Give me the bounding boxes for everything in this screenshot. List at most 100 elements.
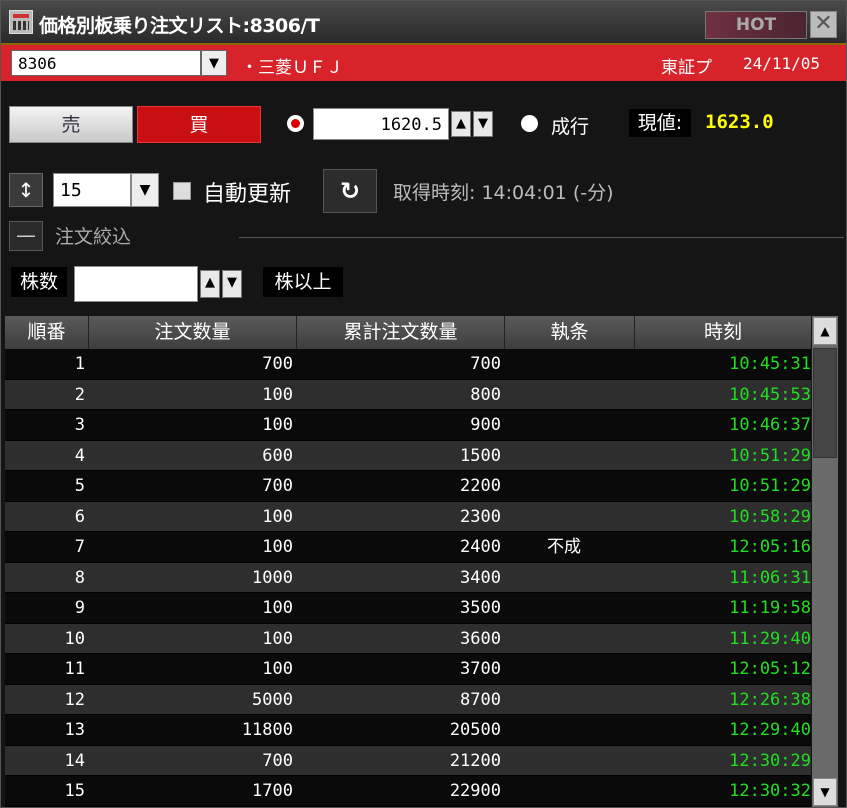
order-time: 10:58:29 (729, 506, 811, 527)
order-time: 10:46:37 (729, 415, 811, 435)
order-time: 12:05:12 (729, 659, 811, 679)
execution-condition (547, 441, 647, 471)
market-label: 東証プ (661, 58, 712, 78)
cumulative-quantity: 20500 (449, 720, 501, 740)
column-header[interactable]: 累計注文数量 (297, 316, 505, 349)
table-row[interactable]: 9 100 3500 11:19:58 (5, 593, 811, 624)
order-time: 10:51:29 (729, 445, 811, 466)
row-number: 1 (74, 354, 85, 374)
chevron-down-icon[interactable]: ▼ (201, 50, 227, 76)
table-row[interactable]: 2 100 800 10:45:53 (5, 379, 811, 410)
table-row[interactable]: 6 100 2300 10:58:29 (5, 501, 811, 532)
limit-price-radio[interactable] (287, 115, 304, 132)
column-header[interactable]: 順番 (5, 316, 89, 349)
order-quantity: 600 (262, 445, 293, 466)
chevron-down-icon[interactable]: ▼ (131, 173, 159, 207)
table-row[interactable]: 8 1000 3400 11:06:31 (5, 562, 811, 593)
table-row[interactable]: 5 700 2200 10:51:29 (5, 471, 811, 502)
order-time: 11:06:31 (729, 567, 811, 588)
hot-button[interactable]: HOT (705, 11, 807, 39)
order-time: 12:29:40 (729, 720, 811, 740)
execution-condition (547, 410, 647, 440)
row-number: 5 (74, 476, 85, 496)
refresh-icon[interactable]: ↻ (323, 169, 377, 213)
window-title: 価格別板乗り注文リスト:8306/T (39, 15, 320, 37)
cumulative-quantity: 22900 (449, 781, 501, 801)
sell-button[interactable]: 売 (9, 106, 133, 143)
row-number: 3 (74, 415, 85, 435)
sort-icon[interactable]: ↕ (9, 173, 43, 207)
vertical-scrollbar[interactable]: ▲ ▼ (812, 316, 838, 807)
close-icon[interactable]: ✕ (810, 11, 837, 38)
table-row[interactable]: 15 1700 22900 12:30:32 (5, 776, 811, 807)
order-quantity: 700 (262, 476, 293, 496)
order-time: 11:29:40 (729, 628, 811, 649)
row-number: 15 (64, 781, 85, 801)
row-number: 10 (64, 628, 85, 649)
execution-condition (547, 380, 647, 410)
execution-condition: 不成 (547, 537, 581, 557)
table-row[interactable]: 11 100 3700 12:05:12 (5, 654, 811, 685)
fetch-time: 取得時刻: 14:04:01 (-分) (393, 182, 614, 204)
cumulative-quantity: 2200 (460, 476, 501, 496)
table-row[interactable]: 13 11800 20500 12:29:40 (5, 715, 811, 746)
shares-up-icon[interactable]: ▲ (200, 270, 220, 298)
shares-suffix: 株以上 (263, 267, 343, 297)
price-input[interactable]: 1620.5 (313, 108, 449, 140)
order-time: 10:51:29 (729, 476, 811, 496)
cumulative-quantity: 1500 (460, 445, 501, 466)
price-up-icon[interactable]: ▲ (451, 111, 471, 137)
execution-condition (547, 471, 647, 501)
table-row[interactable]: 7 100 2400 不成 12:05:16 (5, 532, 811, 563)
cumulative-quantity: 700 (470, 354, 501, 374)
order-table-body: 1 700 700 10:45:31 2 100 800 10:45:53 3 100 900 10:… (5, 349, 811, 807)
scroll-down-icon[interactable]: ▼ (813, 778, 837, 806)
table-row[interactable]: 4 600 1500 10:51:29 (5, 440, 811, 471)
row-number: 8 (74, 567, 85, 588)
row-number: 12 (64, 689, 85, 710)
table-row[interactable]: 14 700 21200 12:30:29 (5, 745, 811, 776)
order-time: 12:05:16 (729, 537, 811, 557)
symbol-code-input[interactable]: 8306 (11, 50, 201, 76)
title-bar[interactable]: 価格別板乗り注文リスト:8306/T HOT ✕ (1, 1, 846, 45)
collapse-icon[interactable]: — (9, 221, 43, 251)
order-time: 10:45:31 (729, 354, 811, 374)
cumulative-quantity: 21200 (449, 750, 501, 771)
cumulative-quantity: 2400 (460, 537, 501, 557)
order-quantity: 100 (262, 628, 293, 649)
order-quantity: 700 (262, 354, 293, 374)
cumulative-quantity: 3700 (460, 659, 501, 679)
shares-input[interactable] (74, 266, 198, 302)
row-number: 7 (74, 537, 85, 557)
row-count-select[interactable]: 15 (53, 173, 131, 207)
table-row[interactable]: 10 100 3600 11:29:40 (5, 623, 811, 654)
execution-condition (547, 776, 647, 806)
column-header[interactable]: 時刻 (635, 316, 811, 349)
row-number: 14 (64, 750, 85, 771)
row-number: 6 (74, 506, 85, 527)
row-number: 4 (74, 445, 85, 466)
scroll-up-icon[interactable]: ▲ (813, 317, 837, 345)
price-down-icon[interactable]: ▼ (473, 111, 493, 137)
column-header[interactable]: 注文数量 (89, 316, 297, 349)
order-quantity: 100 (262, 384, 293, 405)
row-number: 13 (64, 720, 85, 740)
order-quantity: 11800 (241, 720, 293, 740)
column-header[interactable]: 執条 (505, 316, 635, 349)
table-row[interactable]: 12 5000 8700 12:26:38 (5, 684, 811, 715)
shares-down-icon[interactable]: ▼ (222, 270, 242, 298)
order-quantity: 1700 (252, 781, 293, 801)
scroll-thumb[interactable] (813, 348, 837, 458)
table-row[interactable]: 3 100 900 10:46:37 (5, 410, 811, 441)
buy-button[interactable]: 買 (137, 106, 261, 143)
market-order-radio[interactable] (521, 115, 538, 132)
order-quantity: 100 (262, 415, 293, 435)
symbol-date: 24/11/05 (743, 54, 821, 73)
auto-refresh-checkbox[interactable] (173, 182, 191, 200)
order-time: 12:26:38 (729, 689, 811, 710)
row-number: 11 (64, 659, 85, 679)
execution-condition (547, 593, 647, 623)
table-row[interactable]: 1 700 700 10:45:31 (5, 349, 811, 380)
cumulative-quantity: 2300 (460, 506, 501, 527)
row-number: 9 (74, 598, 85, 618)
